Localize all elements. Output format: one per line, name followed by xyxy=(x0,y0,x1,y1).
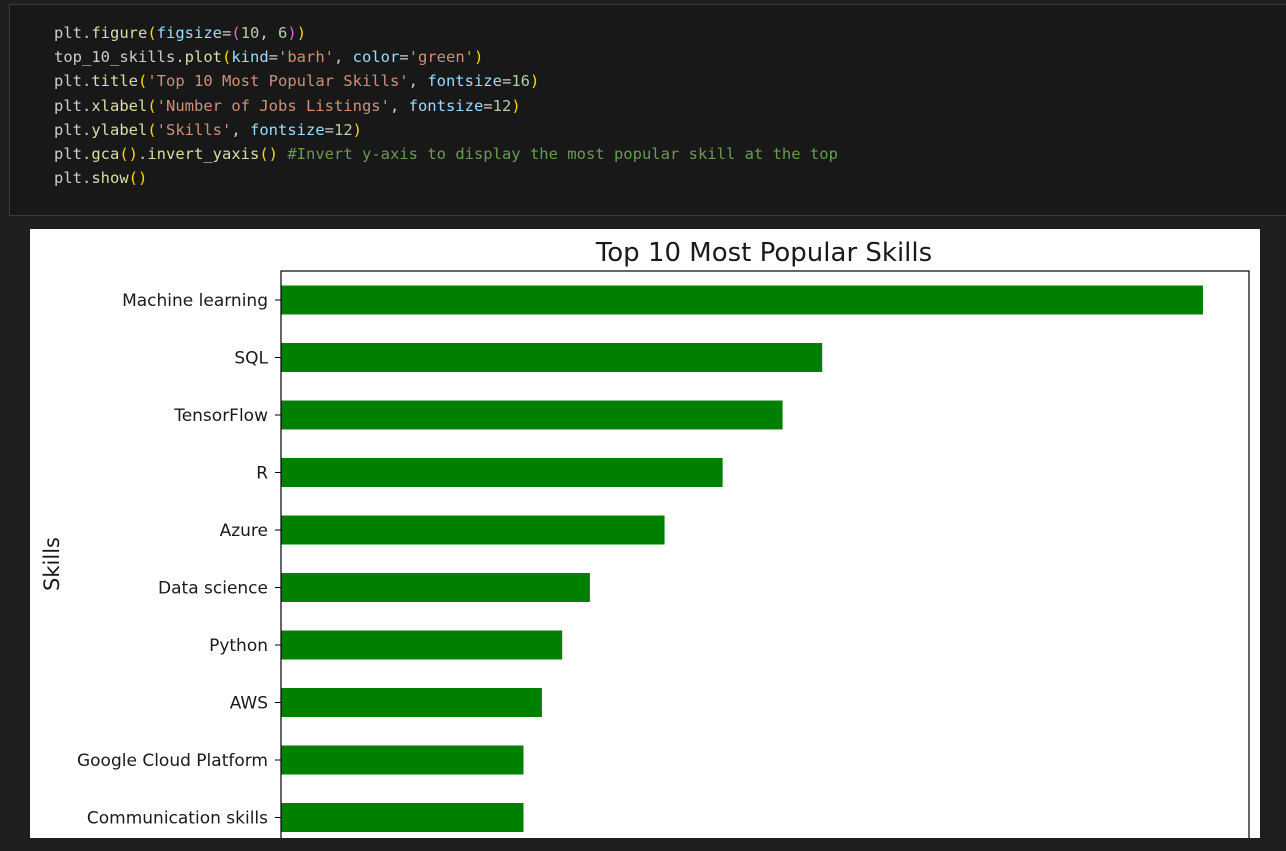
bar-data-science xyxy=(281,573,590,602)
code-token: plt. xyxy=(54,24,92,42)
code-line[interactable]: plt.gca().invert_yaxis() #Invert y-axis … xyxy=(54,142,838,166)
code-token: 'green' xyxy=(408,48,475,67)
bar-chart: Top 10 Most Popular Skills Machine learn… xyxy=(40,238,1250,851)
y-tick-label: Communication skills xyxy=(87,809,268,829)
code-token: show xyxy=(91,169,129,188)
bar-sql xyxy=(281,343,823,372)
y-tick-label: R xyxy=(256,464,268,484)
bottom-strip xyxy=(0,838,1286,851)
code-token: 'Top 10 Most Popular Skills' xyxy=(147,72,409,91)
code-token: = xyxy=(483,96,493,115)
code-token: , xyxy=(334,48,353,67)
y-tick-label: Azure xyxy=(220,521,268,541)
code-token: , xyxy=(408,72,428,91)
code-token: ( xyxy=(147,120,157,139)
code-token: ( xyxy=(147,24,157,42)
y-tick-label: TensorFlow xyxy=(173,406,268,426)
y-ticks-group xyxy=(275,299,281,818)
code-token: figure xyxy=(91,24,148,42)
y-tick-labels-group: Machine learning SQL TensorFlow R Azure Data … xyxy=(77,291,269,829)
y-tick-label: Machine learning xyxy=(122,291,268,311)
code-token: ( xyxy=(138,72,148,91)
code-token: ) xyxy=(296,24,307,42)
code-token: plt. xyxy=(54,169,92,188)
cell-output: Top 10 Most Popular Skills Machine learn… xyxy=(30,229,1260,851)
code-token: = xyxy=(268,48,278,67)
code-token: ) xyxy=(474,48,484,67)
y-tick-label: AWS xyxy=(230,694,268,714)
code-token: 'barh' xyxy=(278,48,334,67)
bar-tensorflow xyxy=(281,400,783,430)
code-token: ) xyxy=(529,72,540,91)
code-token: kind xyxy=(231,48,269,67)
code-token: xlabel xyxy=(91,96,148,115)
code-token: title xyxy=(91,72,138,91)
code-token: , xyxy=(389,96,409,115)
code-token: () xyxy=(128,169,148,188)
code-token: fontsize xyxy=(250,120,325,139)
code-token: 12 xyxy=(492,96,512,115)
code-token: ( xyxy=(221,48,232,67)
y-tick-label: Data science xyxy=(158,579,268,599)
bars-group xyxy=(281,285,1203,832)
code-token: ) xyxy=(287,24,297,42)
code-token: invert_yaxis xyxy=(147,144,260,163)
bar-google-cloud-platform xyxy=(281,745,524,775)
code-token: 16 xyxy=(511,72,530,91)
chart-title: Top 10 Most Popular Skills xyxy=(595,238,932,268)
code-token: plt. xyxy=(54,96,92,115)
code-token: gca xyxy=(91,144,120,163)
notebook-page: plt.figure(figsize=(10, 6)) top_10_skills… xyxy=(0,0,1286,851)
code-token: plot xyxy=(184,48,222,67)
code-token: () xyxy=(119,144,138,163)
code-token: 'Number of Jobs Listings' xyxy=(156,96,390,115)
code-cell[interactable]: plt.figure(figsize=(10, 6)) top_10_skills… xyxy=(9,4,1286,216)
code-token: fontsize xyxy=(427,72,502,91)
code-token: () xyxy=(259,144,278,163)
code-token: 10 xyxy=(240,24,260,42)
y-tick-label: Python xyxy=(209,636,268,656)
code-line[interactable]: plt.show() xyxy=(54,166,838,190)
y-axis-label: Skills xyxy=(40,537,64,591)
code-line[interactable]: plt.xlabel('Number of Jobs Listings', fo… xyxy=(54,94,838,118)
bar-azure xyxy=(281,515,665,545)
code-token: plt. xyxy=(54,120,92,139)
code-token: ( xyxy=(147,96,157,115)
code-token: = xyxy=(222,24,232,42)
code-token: = xyxy=(324,120,334,139)
code-token: ) xyxy=(511,96,521,115)
code-token: , xyxy=(259,24,279,42)
code-token: 6 xyxy=(278,24,288,42)
code-token: fontsize xyxy=(408,96,484,115)
code-editor[interactable]: plt.figure(figsize=(10, 6)) top_10_skills… xyxy=(54,21,838,190)
code-token: . xyxy=(138,144,148,163)
code-token: plt. xyxy=(54,144,92,163)
code-token: top_10_skills. xyxy=(54,48,185,67)
code-token: #Invert y-axis to display the most popul… xyxy=(287,144,838,163)
code-token: = xyxy=(501,72,512,91)
code-line[interactable]: plt.figure(figsize=(10, 6)) xyxy=(54,21,838,45)
code-line[interactable]: plt.ylabel('Skills', fontsize=12) xyxy=(54,118,838,142)
code-token: 'Skills' xyxy=(156,120,232,139)
bar-communication-skills xyxy=(281,803,524,832)
code-token: ( xyxy=(231,24,241,42)
code-line[interactable]: plt.title('Top 10 Most Popular Skills', … xyxy=(54,69,838,93)
code-token: , xyxy=(231,120,250,139)
y-tick-label: SQL xyxy=(234,349,268,369)
bar-python xyxy=(281,630,563,660)
code-token: ylabel xyxy=(91,120,148,139)
code-token: ) xyxy=(352,120,363,139)
bar-aws xyxy=(281,688,542,717)
code-token: color xyxy=(352,48,400,67)
code-line[interactable]: top_10_skills.plot(kind='barh', color='g… xyxy=(54,45,838,69)
bar-r xyxy=(281,458,723,487)
code-token: = xyxy=(399,48,409,67)
code-token: figsize xyxy=(156,24,222,42)
y-tick-label: Google Cloud Platform xyxy=(77,751,268,771)
code-token: 12 xyxy=(334,120,353,139)
code-token: plt. xyxy=(54,72,92,91)
bar-machine-learning xyxy=(281,285,1203,315)
